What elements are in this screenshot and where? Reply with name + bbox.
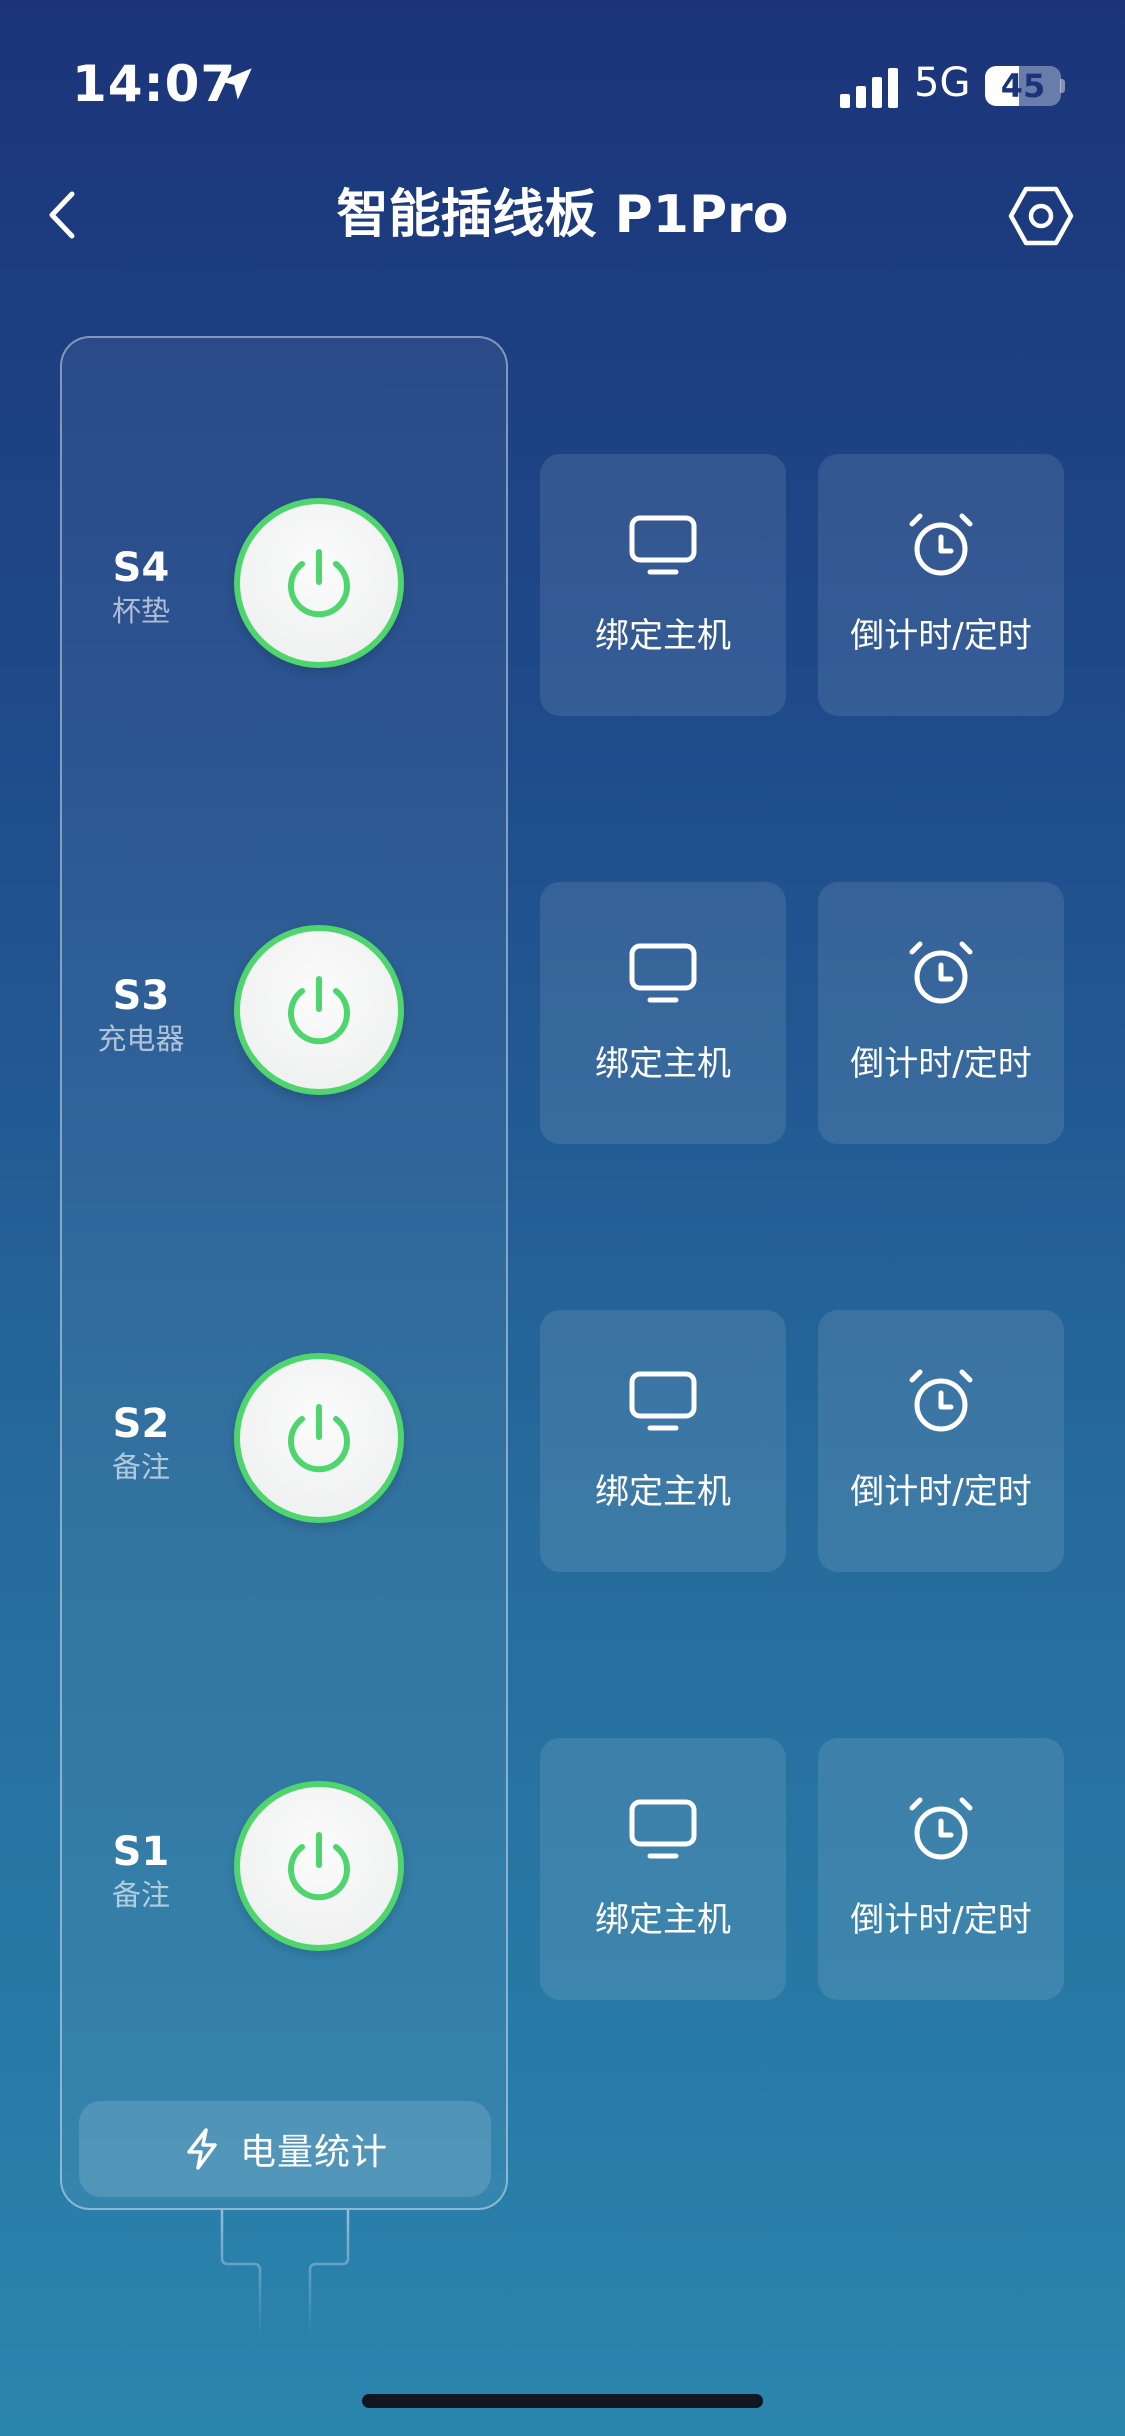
socket-id: S3 xyxy=(112,973,170,1019)
battery-level: 45 xyxy=(1000,67,1046,105)
page-title: 智能插线板 P1Pro xyxy=(336,185,789,245)
alarm-clock-icon xyxy=(909,513,973,576)
socket-note[interactable]: 充电器 xyxy=(73,1020,209,1058)
monitor-icon xyxy=(629,943,697,1003)
power-button-s2[interactable] xyxy=(234,1353,404,1523)
power-icon xyxy=(288,549,350,618)
socket-note[interactable]: 备注 xyxy=(73,1876,209,1914)
power-icon xyxy=(288,976,350,1045)
socket-label-s3: S3 充电器 xyxy=(73,972,209,1058)
bind-host-label: 绑定主机 xyxy=(595,1900,731,1940)
cellular-signal-icon xyxy=(840,68,898,108)
alarm-clock-icon xyxy=(909,1369,973,1432)
energy-stats-label: 电量统计 xyxy=(239,2132,388,2173)
socket-label-s1: S1 备注 xyxy=(73,1828,209,1914)
timer-label: 倒计时/定时 xyxy=(850,1044,1032,1084)
socket-id: S2 xyxy=(112,1401,170,1447)
timer-button-s4[interactable]: 倒计时/定时 xyxy=(818,454,1064,716)
socket-note[interactable]: 备注 xyxy=(73,1448,209,1486)
monitor-icon xyxy=(629,1799,697,1859)
bind-host-button-s1[interactable]: 绑定主机 xyxy=(540,1738,786,2000)
location-arrow-icon xyxy=(220,68,252,100)
alarm-clock-icon xyxy=(909,1797,973,1860)
timer-label: 倒计时/定时 xyxy=(850,616,1032,656)
socket-label-s2: S2 备注 xyxy=(73,1400,209,1486)
hexagon-settings-icon[interactable] xyxy=(1008,183,1074,249)
timer-button-s2[interactable]: 倒计时/定时 xyxy=(818,1310,1064,1572)
status-bar: 14:07 5G 45 xyxy=(0,0,1125,150)
status-time: 14:07 xyxy=(72,55,237,113)
timer-label: 倒计时/定时 xyxy=(850,1472,1032,1512)
monitor-icon xyxy=(629,1371,697,1431)
power-cord xyxy=(220,2210,350,2336)
energy-stats-button[interactable]: 电量统计 xyxy=(79,2101,491,2197)
bind-host-label: 绑定主机 xyxy=(595,1044,731,1084)
bind-host-label: 绑定主机 xyxy=(595,1472,731,1512)
bind-host-button-s4[interactable]: 绑定主机 xyxy=(540,454,786,716)
socket-id: S4 xyxy=(112,545,170,591)
bind-host-label: 绑定主机 xyxy=(595,616,731,656)
alarm-clock-icon xyxy=(909,941,973,1004)
power-strip: S4 杯垫 S3 充电器 S2 备注 S1 备注 电量统计 xyxy=(60,336,508,2210)
socket-id: S1 xyxy=(112,1829,170,1875)
timer-label: 倒计时/定时 xyxy=(850,1900,1032,1940)
timer-button-s1[interactable]: 倒计时/定时 xyxy=(818,1738,1064,2000)
network-type: 5G xyxy=(914,60,971,106)
battery-indicator: 45 xyxy=(985,66,1065,106)
home-indicator[interactable] xyxy=(362,2394,763,2408)
power-button-s3[interactable] xyxy=(234,925,404,1095)
power-icon xyxy=(288,1832,350,1901)
monitor-icon xyxy=(629,515,697,575)
socket-label-s4: S4 杯垫 xyxy=(73,544,209,630)
socket-note[interactable]: 杯垫 xyxy=(73,592,209,630)
lightning-bolt-icon xyxy=(187,2128,217,2170)
bind-host-button-s3[interactable]: 绑定主机 xyxy=(540,882,786,1144)
bind-host-button-s2[interactable]: 绑定主机 xyxy=(540,1310,786,1572)
power-icon xyxy=(288,1404,350,1473)
power-button-s1[interactable] xyxy=(234,1781,404,1951)
timer-button-s3[interactable]: 倒计时/定时 xyxy=(818,882,1064,1144)
power-button-s4[interactable] xyxy=(234,498,404,668)
